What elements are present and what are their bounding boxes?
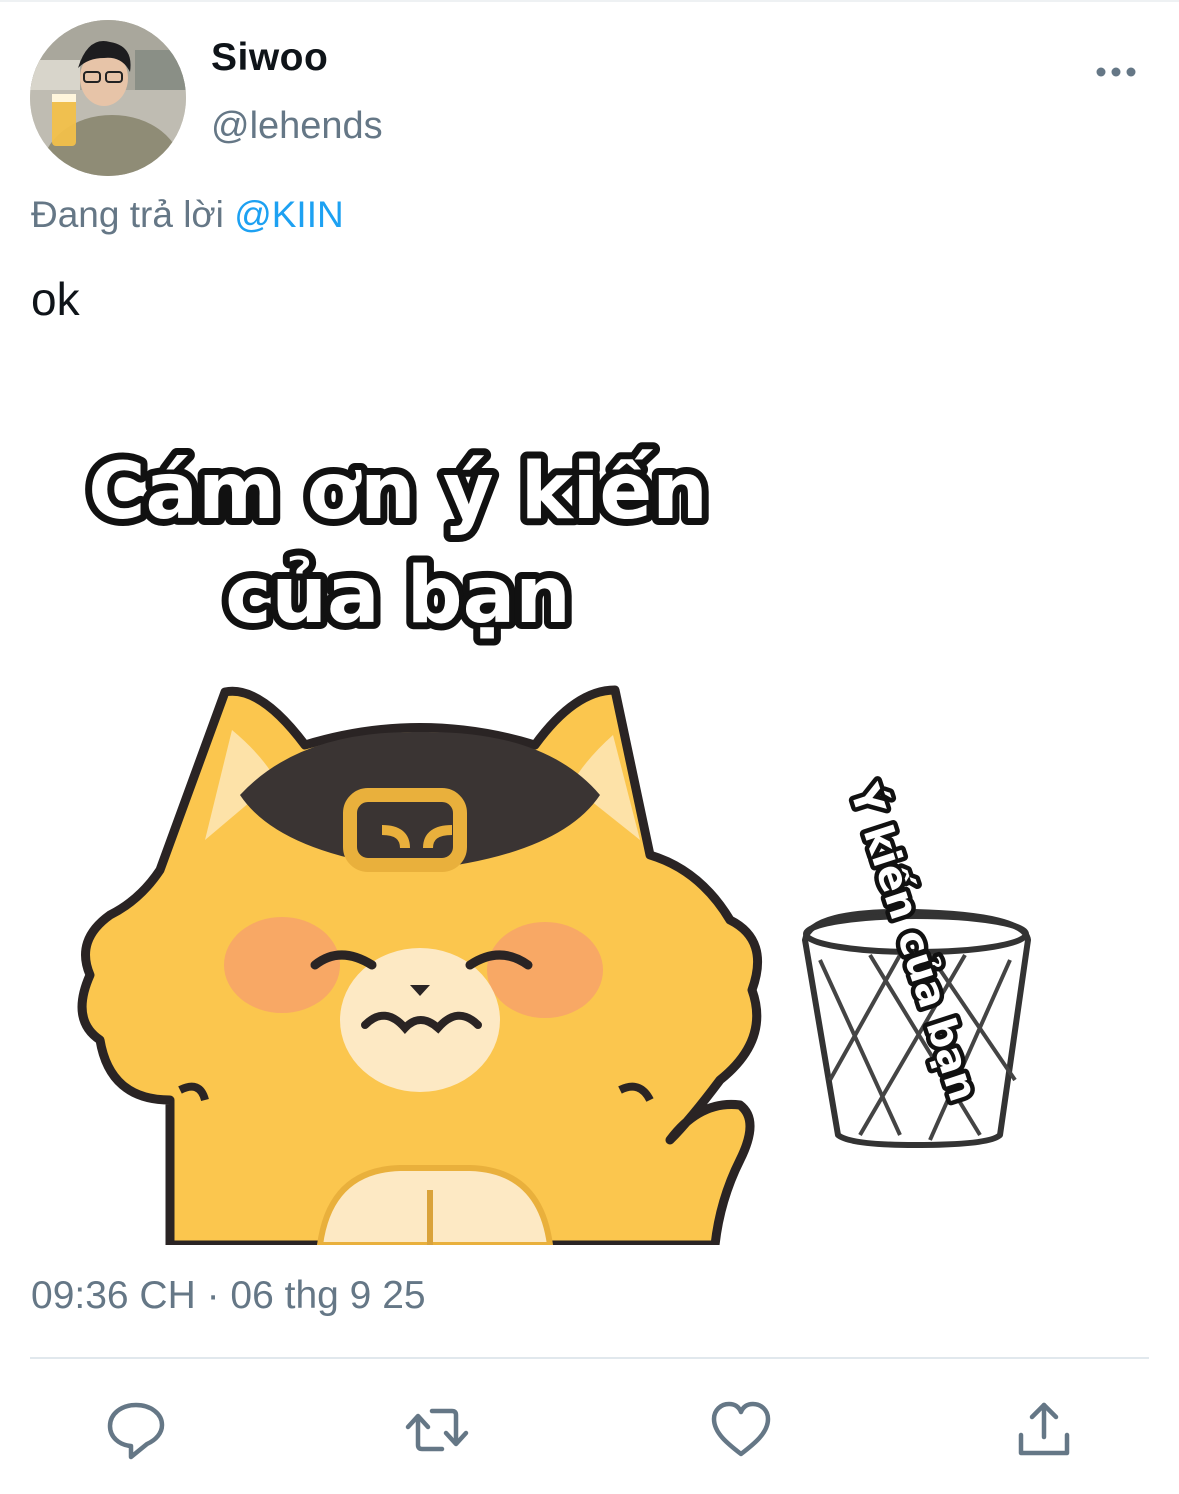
share-button[interactable] [1011, 1397, 1077, 1463]
top-border [0, 0, 1179, 2]
reply-mention-link[interactable]: @KIIN [234, 194, 344, 235]
retweet-icon [405, 1408, 469, 1452]
author-handle[interactable]: @lehends [211, 105, 383, 148]
divider [30, 1357, 1149, 1359]
meme-caption-line2: của bạn [225, 551, 571, 641]
share-icon [1018, 1402, 1070, 1456]
avatar[interactable] [30, 20, 186, 176]
retweet-button[interactable] [404, 1397, 470, 1463]
replying-to-line: Đang trả lời @KIIN [31, 194, 344, 236]
more-options-button[interactable] [1094, 60, 1138, 84]
meme-caption-line1: Cám ơn ý kiến [88, 447, 708, 537]
tweet-timestamp[interactable]: 09:36 CH · 06 thg 9 25 [31, 1274, 426, 1318]
heart-icon [711, 1401, 771, 1457]
reply-icon [107, 1402, 165, 1460]
author-name[interactable]: Siwoo [211, 36, 328, 80]
like-button[interactable] [708, 1397, 774, 1463]
avatar-photo [30, 20, 186, 176]
tweet-text: ok [31, 273, 80, 325]
reply-button[interactable] [103, 1397, 169, 1463]
meme-image: Cám ơn ý kiến của bạn Ý kiến của bạn [77, 440, 1031, 1245]
tweet-media[interactable]: Cám ơn ý kiến của bạn Ý kiến của bạn [0, 400, 1179, 1245]
more-dots-icon [1096, 67, 1136, 77]
reply-prefix: Đang trả lời [31, 194, 224, 235]
cat-illustration [77, 685, 763, 1245]
